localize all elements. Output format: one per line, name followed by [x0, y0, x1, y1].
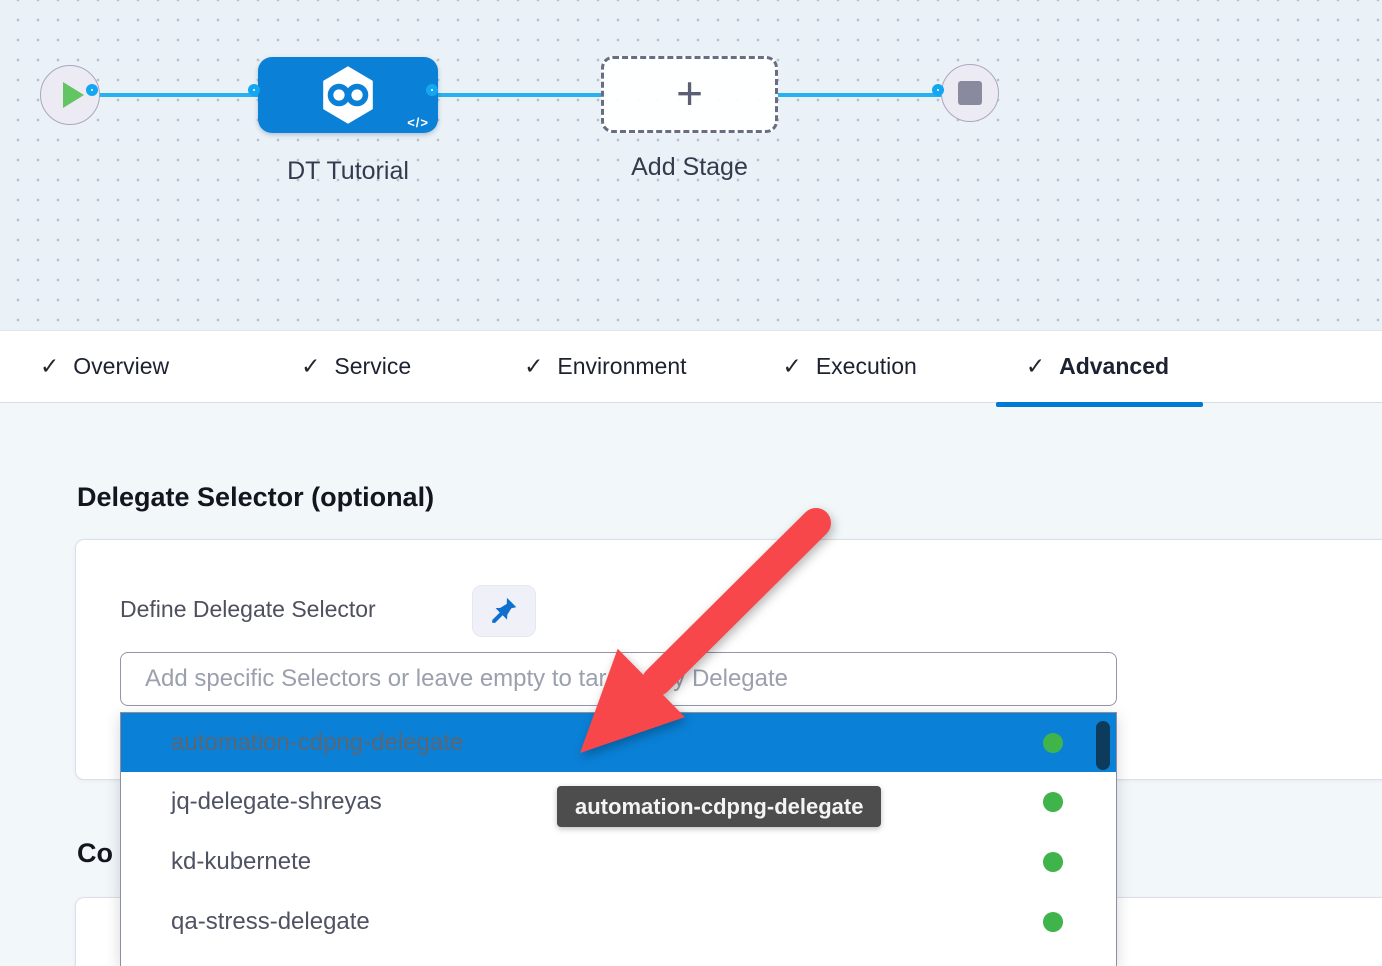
- tab-label: Advanced: [1059, 353, 1169, 380]
- stage-in-port[interactable]: [248, 84, 260, 96]
- cd-stage-icon: [319, 64, 377, 126]
- dropdown-item-kd-kubernete[interactable]: kd-kubernete: [121, 832, 1116, 892]
- pipeline-studio-page: </> DT Tutorial + Add Stage ✓ Overview ✓…: [0, 0, 1382, 966]
- tab-environment[interactable]: ✓ Environment: [524, 331, 686, 402]
- stage-out-port[interactable]: [426, 84, 438, 96]
- stop-icon: [958, 81, 982, 105]
- item-label: automation-cdpng-delegate: [171, 729, 463, 757]
- item-label: kd-kubernete: [171, 848, 311, 876]
- check-icon: ✓: [524, 353, 543, 380]
- tab-advanced[interactable]: ✓ Advanced: [1026, 331, 1169, 402]
- tab-label: Service: [334, 353, 411, 380]
- play-icon: [63, 82, 84, 108]
- pipeline-end-node[interactable]: [941, 64, 999, 122]
- stage-node[interactable]: </>: [258, 57, 438, 133]
- tab-label: Overview: [73, 353, 169, 380]
- tab-execution[interactable]: ✓ Execution: [783, 331, 917, 402]
- item-label: qa-stress-delegate: [171, 908, 370, 936]
- delegate-tooltip: automation-cdpng-delegate: [557, 786, 881, 827]
- delegate-dropdown: automation-cdpng-delegate jq-delegate-sh…: [120, 712, 1117, 966]
- dropdown-scrollbar-thumb[interactable]: [1096, 721, 1110, 770]
- pipeline-canvas[interactable]: </> DT Tutorial + Add Stage: [0, 0, 1382, 331]
- item-label: jq-delegate-shreyas: [171, 788, 382, 816]
- pin-toggle-button[interactable]: [472, 585, 536, 637]
- check-icon: ✓: [783, 353, 802, 380]
- edge-stage-to-addstage: [436, 93, 606, 97]
- active-tab-underline: [996, 402, 1203, 407]
- tab-service[interactable]: ✓ Service: [301, 331, 411, 402]
- add-stage-label[interactable]: Add Stage: [601, 153, 778, 182]
- dropdown-item-automation-cdpng-delegate[interactable]: automation-cdpng-delegate: [121, 713, 1116, 772]
- check-icon: ✓: [40, 353, 59, 380]
- edge-start-to-stage: [95, 93, 263, 97]
- delegate-selector-input[interactable]: [120, 652, 1117, 706]
- tab-label: Environment: [557, 353, 686, 380]
- status-dot-green: [1043, 852, 1063, 872]
- tab-overview[interactable]: ✓ Overview: [40, 331, 169, 402]
- plus-icon: +: [676, 70, 703, 116]
- pushpin-icon: [490, 596, 518, 627]
- status-dot-green: [1043, 733, 1063, 753]
- edge-addstage-to-end: [772, 93, 946, 97]
- next-section-heading: Co: [77, 838, 113, 869]
- check-icon: ✓: [301, 353, 320, 380]
- status-dot-green: [1043, 912, 1063, 932]
- tab-label: Execution: [816, 353, 917, 380]
- status-dot-green: [1043, 792, 1063, 812]
- stage-label[interactable]: DT Tutorial: [258, 157, 438, 186]
- check-icon: ✓: [1026, 353, 1045, 380]
- start-node-out-port[interactable]: [86, 84, 98, 96]
- end-node-in-port[interactable]: [932, 84, 944, 96]
- code-icon[interactable]: </>: [407, 115, 429, 130]
- define-delegate-selector-label: Define Delegate Selector: [120, 596, 376, 623]
- add-stage-button[interactable]: +: [601, 56, 778, 133]
- delegate-selector-heading: Delegate Selector (optional): [77, 482, 434, 513]
- stage-tabbar: ✓ Overview ✓ Service ✓ Environment ✓ Exe…: [0, 331, 1382, 403]
- dropdown-item-qa-stress-delegate[interactable]: qa-stress-delegate: [121, 892, 1116, 952]
